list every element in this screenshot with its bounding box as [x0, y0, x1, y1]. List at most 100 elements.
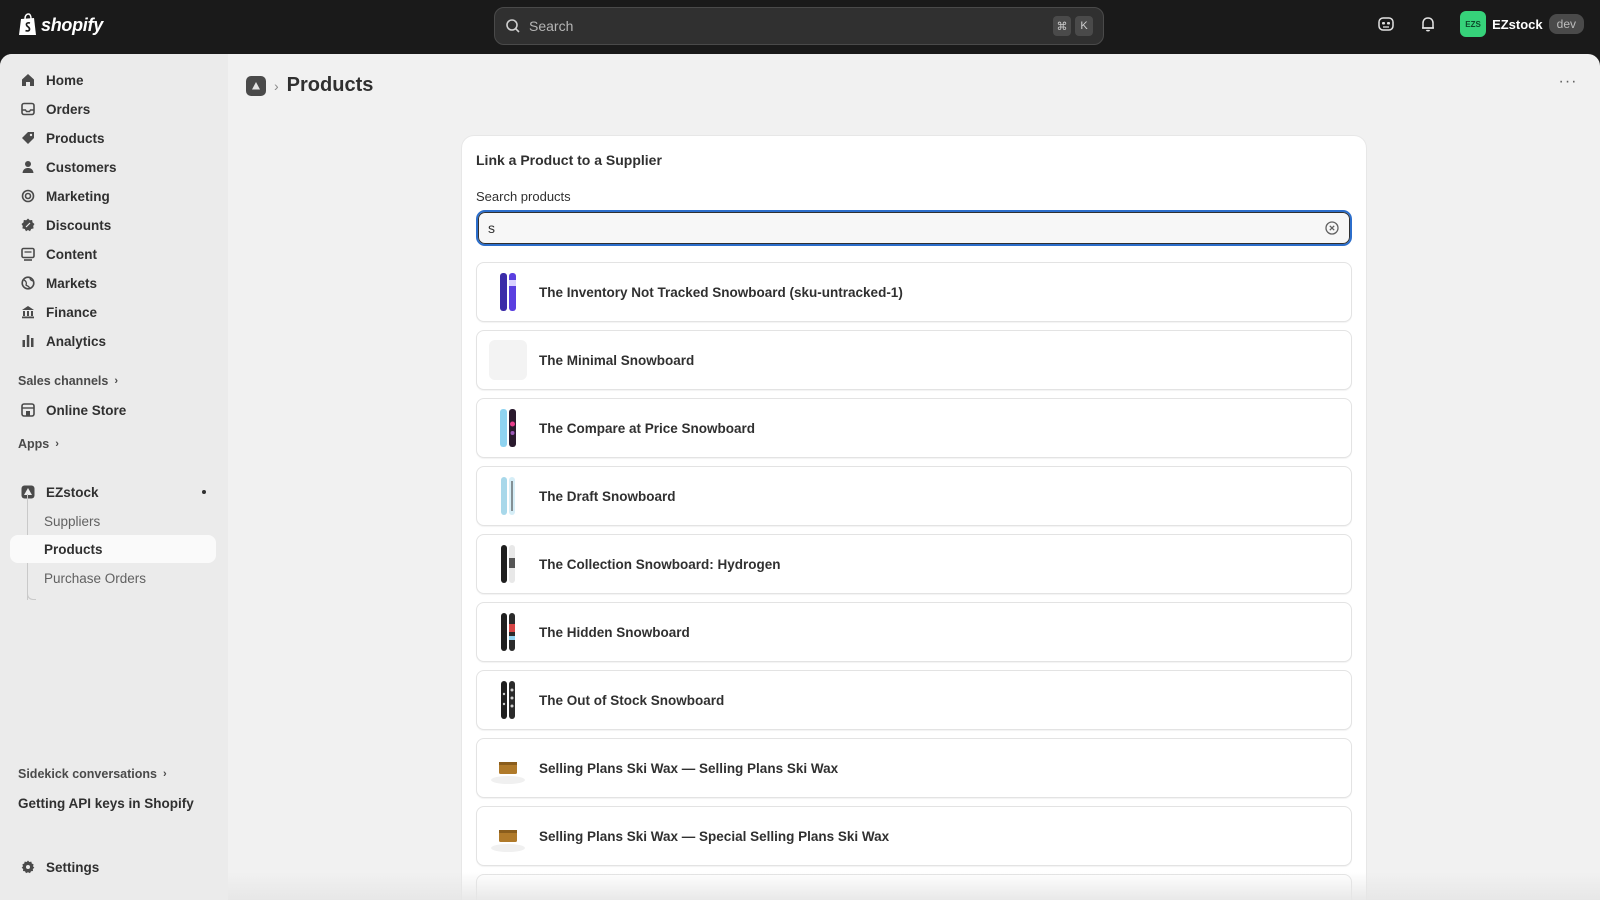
- sidebar-item-content[interactable]: Content: [10, 240, 216, 268]
- page-header: › Products: [246, 74, 373, 97]
- sidebar-subitem-suppliers[interactable]: Suppliers: [10, 507, 216, 535]
- gear-icon: [20, 859, 36, 875]
- search-products-input[interactable]: [488, 220, 1324, 236]
- sidebar-item-ezstock[interactable]: EZstock: [10, 478, 216, 506]
- product-thumbnail: [489, 476, 527, 516]
- sidebar-item-label: Products: [46, 130, 105, 146]
- product-thumbnail: [489, 816, 527, 856]
- product-name: The Out of Stock Snowboard: [539, 692, 725, 708]
- list-item[interactable]: The Collection Snowboard: Hydrogen: [476, 534, 1352, 594]
- breadcrumb-chevron-icon: ›: [274, 77, 279, 94]
- logo-text: shopify: [41, 14, 103, 35]
- sidebar: Home Orders Products Customers Marketing…: [0, 54, 228, 900]
- sidebar-item-customers[interactable]: Customers: [10, 153, 216, 181]
- list-item[interactable]: The Hidden Snowboard: [476, 602, 1352, 662]
- store-name: EZstock: [1492, 16, 1543, 32]
- notification-bell-icon[interactable]: [1418, 14, 1438, 34]
- target-icon: [20, 188, 36, 204]
- sidebar-item-label: EZstock: [46, 484, 99, 500]
- sidebar-item-label: Analytics: [46, 333, 107, 349]
- card-title: Link a Product to a Supplier: [476, 152, 662, 168]
- sidebar-item-analytics[interactable]: Analytics: [10, 327, 216, 355]
- sidebar-subitem-products[interactable]: Products: [10, 535, 216, 563]
- app-pin-indicator: [202, 490, 206, 494]
- clear-search-icon[interactable]: [1324, 220, 1340, 236]
- sidebar-item-label: Home: [46, 72, 84, 88]
- sidekick-icon[interactable]: [1376, 14, 1396, 34]
- search-products-field[interactable]: [476, 210, 1352, 246]
- sidekick-conversation-item[interactable]: Getting API keys in Shopify: [18, 796, 194, 811]
- ezstock-app-icon: [20, 484, 36, 500]
- product-name: The Inventory Not Tracked Snowboard (sku…: [539, 284, 903, 300]
- scroll-fade: [228, 872, 1600, 900]
- globe-icon: [20, 275, 36, 291]
- search-placeholder: Search: [529, 18, 574, 34]
- sidebar-item-online-store[interactable]: Online Store: [10, 396, 216, 424]
- list-item[interactable]: Selling Plans Ski Wax — Selling Plans Sk…: [476, 738, 1352, 798]
- store-menu[interactable]: EZS EZstock dev: [1460, 11, 1584, 37]
- product-thumbnail: [489, 272, 527, 312]
- storefront-icon: [20, 402, 36, 418]
- list-item[interactable]: The Inventory Not Tracked Snowboard (sku…: [476, 262, 1352, 322]
- product-thumbnail: [489, 408, 527, 448]
- sales-channels-label: Sales channels: [18, 374, 109, 388]
- product-name: The Hidden Snowboard: [539, 624, 690, 640]
- sidebar-item-settings[interactable]: Settings: [10, 853, 216, 881]
- shortcut-cmd-key: ⌘: [1053, 16, 1071, 36]
- sidebar-item-markets[interactable]: Markets: [10, 269, 216, 297]
- sidebar-item-finance[interactable]: Finance: [10, 298, 216, 326]
- sidebar-item-home[interactable]: Home: [10, 66, 216, 94]
- orders-icon: [20, 101, 36, 117]
- dev-badge: dev: [1548, 14, 1584, 34]
- sales-channels-heading[interactable]: Sales channels ›: [18, 374, 118, 388]
- search-icon: [506, 19, 520, 33]
- content-icon: [20, 246, 36, 262]
- sidebar-item-label: Finance: [46, 304, 98, 320]
- list-item[interactable]: Selling Plans Ski Wax — Special Selling …: [476, 806, 1352, 866]
- list-item[interactable]: The Compare at Price Snowboard: [476, 398, 1352, 458]
- chevron-right-icon: ›: [55, 438, 59, 450]
- apps-heading[interactable]: Apps ›: [18, 437, 59, 451]
- product-name: Selling Plans Ski Wax — Special Selling …: [539, 828, 890, 844]
- bar-chart-icon: [20, 333, 36, 349]
- page-title: Products: [286, 74, 374, 96]
- sidebar-item-label: Content: [46, 246, 97, 262]
- shopify-logo[interactable]: shopify: [18, 13, 103, 37]
- sidebar-item-label: Markets: [46, 275, 98, 291]
- ezstock-app-icon[interactable]: [246, 75, 266, 96]
- sidebar-item-orders[interactable]: Orders: [10, 95, 216, 123]
- sidekick-conversations-label: Sidekick conversations: [18, 767, 157, 781]
- more-actions-icon[interactable]: ···: [1556, 70, 1580, 94]
- sidebar-item-marketing[interactable]: Marketing: [10, 182, 216, 210]
- list-item[interactable]: The Out of Stock Snowboard: [476, 670, 1352, 730]
- sidebar-subitem-purchase-orders[interactable]: Purchase Orders: [10, 564, 216, 592]
- sidebar-item-label: Customers: [46, 159, 117, 175]
- shopify-bag-icon: [19, 13, 36, 35]
- top-bar: shopify Search ⌘ K EZS EZstock dev: [0, 0, 1600, 54]
- home-icon: [20, 72, 36, 88]
- sidekick-conversations-heading[interactable]: Sidekick conversations ›: [18, 767, 167, 781]
- apps-label: Apps: [18, 437, 50, 451]
- sidebar-item-products[interactable]: Products: [10, 124, 216, 152]
- product-thumbnail: [489, 340, 527, 380]
- discount-icon: [20, 217, 36, 233]
- list-item[interactable]: The Draft Snowboard: [476, 466, 1352, 526]
- chevron-right-icon: ›: [114, 375, 118, 387]
- bank-icon: [20, 304, 36, 320]
- product-thumbnail: [489, 680, 527, 720]
- product-name: The Collection Snowboard: Hydrogen: [539, 556, 781, 572]
- store-avatar: EZS: [1460, 11, 1487, 37]
- global-search-bar[interactable]: Search ⌘ K: [494, 7, 1104, 45]
- product-name: The Minimal Snowboard: [539, 352, 695, 368]
- product-name: The Draft Snowboard: [539, 488, 676, 504]
- product-thumbnail: [489, 748, 527, 788]
- sidebar-item-discounts[interactable]: Discounts: [10, 211, 216, 239]
- product-thumbnail: [489, 612, 527, 652]
- sidebar-item-label: Orders: [46, 101, 91, 117]
- shortcut-k-key: K: [1075, 16, 1093, 36]
- product-name: The Compare at Price Snowboard: [539, 420, 756, 436]
- tag-icon: [20, 130, 36, 146]
- sidebar-item-label: Settings: [46, 859, 100, 875]
- list-item[interactable]: The Minimal Snowboard: [476, 330, 1352, 390]
- person-icon: [20, 159, 36, 175]
